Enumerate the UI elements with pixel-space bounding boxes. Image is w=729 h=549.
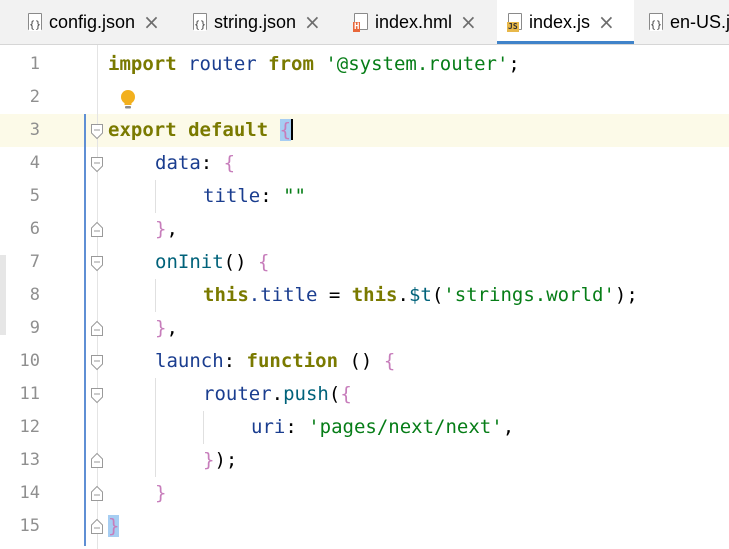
line-number: 4: [29, 153, 40, 173]
code-line-9[interactable]: },: [155, 312, 178, 345]
line-number: 3: [29, 120, 40, 140]
code-line-13[interactable]: });: [203, 444, 237, 477]
scroll-marker: [0, 255, 6, 335]
matched-brace: }: [108, 515, 120, 537]
lightbulb-icon[interactable]: [119, 89, 137, 111]
tab-label: string.json: [214, 11, 297, 32]
hml-file-icon: H: [353, 12, 371, 32]
code-line-11[interactable]: router.push({: [203, 378, 352, 411]
matched-brace: {: [279, 119, 292, 141]
close-icon[interactable]: ×: [598, 12, 615, 32]
line-number: 9: [29, 318, 40, 338]
code-line-3[interactable]: export default {: [108, 114, 294, 147]
line-number: 10: [19, 351, 40, 371]
close-icon[interactable]: ×: [143, 12, 160, 32]
indent-guide: [203, 411, 204, 444]
line-number: 8: [29, 285, 40, 305]
indent-guide: [155, 180, 156, 213]
fold-open-icon[interactable]: [90, 156, 104, 173]
line-number: 7: [29, 252, 40, 272]
tab-label: config.json: [49, 11, 136, 32]
tab-index-js[interactable]: JS index.js ×: [497, 0, 634, 44]
close-icon[interactable]: ×: [304, 12, 321, 32]
js-file-icon: JS: [507, 12, 525, 32]
code-line-5[interactable]: title: "": [203, 180, 306, 213]
tab-label: index.js: [529, 11, 591, 32]
code-line-15[interactable]: }: [108, 510, 120, 543]
code-line-7[interactable]: onInit() {: [155, 246, 269, 279]
tab-en-us-js[interactable]: {} en-US.js: [634, 0, 729, 44]
line-number: 15: [19, 516, 40, 536]
line-number: 6: [29, 219, 40, 239]
json-file-icon: {}: [648, 12, 666, 32]
close-icon[interactable]: ×: [460, 12, 477, 32]
code-line-4[interactable]: data: {: [155, 147, 235, 180]
line-number: 11: [19, 384, 40, 404]
json-file-icon: {}: [192, 12, 210, 32]
fold-close-icon[interactable]: [90, 221, 104, 238]
tab-label: index.hml: [375, 11, 453, 32]
code-line-14[interactable]: }: [155, 477, 166, 510]
code-line-8[interactable]: this.title = this.$t('strings.world');: [203, 279, 638, 312]
line-number: 14: [19, 483, 40, 503]
json-file-icon: {}: [27, 12, 45, 32]
indent-guide: [155, 378, 156, 477]
editor-tab-bar: {} config.json × {} string.json × H inde…: [0, 0, 729, 45]
fold-close-icon[interactable]: [90, 485, 104, 502]
fold-open-icon[interactable]: [90, 387, 104, 404]
tab-string-json[interactable]: {} string.json ×: [185, 0, 345, 44]
code-line-1[interactable]: import router from '@system.router';: [108, 48, 520, 81]
code-line-10[interactable]: launch: function () {: [155, 345, 395, 378]
line-number: 5: [29, 186, 40, 206]
line-number: 2: [29, 87, 40, 107]
line-number: 13: [19, 450, 40, 470]
tab-config-json[interactable]: {} config.json ×: [0, 0, 185, 44]
code-line-6[interactable]: },: [155, 213, 178, 246]
tab-label: en-US.js: [670, 11, 729, 32]
text-cursor: [291, 119, 294, 140]
fold-close-icon[interactable]: [90, 452, 104, 469]
tab-index-hml[interactable]: H index.hml ×: [345, 0, 497, 44]
fold-open-icon[interactable]: [90, 354, 104, 371]
gutter-separator: [97, 45, 98, 549]
line-number: 12: [19, 417, 40, 437]
code-line-12[interactable]: uri: 'pages/next/next',: [251, 411, 514, 444]
fold-close-icon[interactable]: [90, 518, 104, 535]
fold-close-icon[interactable]: [90, 320, 104, 337]
vcs-change-marker[interactable]: [84, 114, 86, 546]
line-number: 1: [29, 54, 40, 74]
fold-open-icon[interactable]: [90, 255, 104, 272]
fold-open-icon[interactable]: [90, 123, 104, 140]
indent-guide: [155, 279, 156, 312]
